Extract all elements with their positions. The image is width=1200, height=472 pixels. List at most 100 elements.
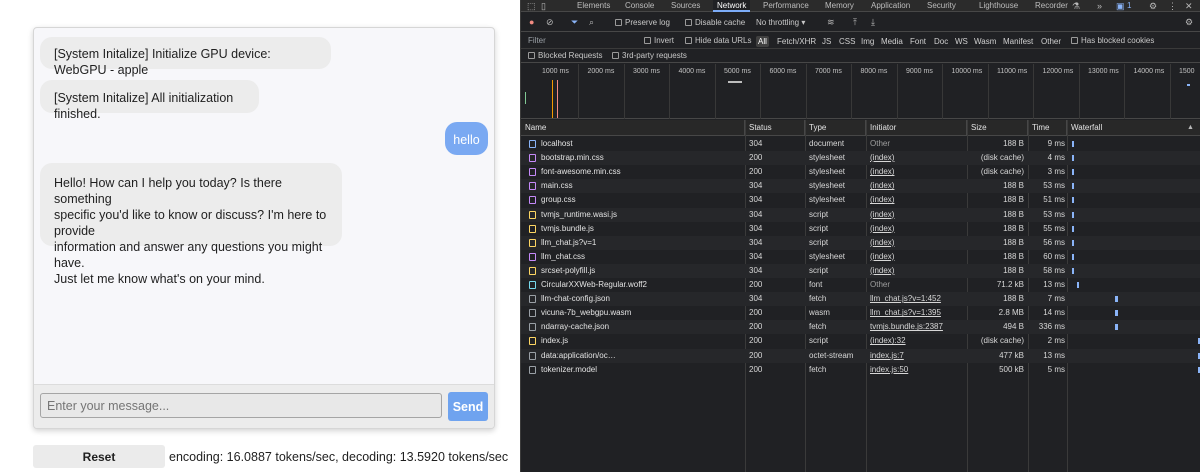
request-initiator[interactable]: tvmjs.bundle.js:2387 xyxy=(870,320,968,334)
request-name[interactable]: vicuna-7b_webgpu.wasm xyxy=(541,306,745,320)
request-initiator[interactable]: (index) xyxy=(870,250,968,264)
request-name[interactable]: index.js xyxy=(541,334,745,348)
filter-font[interactable]: Font xyxy=(908,36,928,47)
tab-sources[interactable]: Sources xyxy=(671,0,700,12)
tab-performance[interactable]: Performance xyxy=(763,0,809,12)
filter-ws[interactable]: WS xyxy=(953,36,970,47)
filter-js[interactable]: JS xyxy=(820,36,833,47)
hide-data-urls-checkbox[interactable]: Hide data URLs xyxy=(685,33,751,49)
network-settings-icon[interactable]: ⚙ xyxy=(1185,16,1193,28)
network-conditions-icon[interactable]: ≋ xyxy=(827,16,835,28)
request-name[interactable]: group.css xyxy=(541,193,745,207)
column-name[interactable]: Name xyxy=(521,120,745,136)
settings-icon[interactable]: ⚙ xyxy=(1149,0,1157,12)
tab-recorder[interactable]: Recorder xyxy=(1035,0,1068,12)
request-initiator[interactable]: (index) xyxy=(870,193,968,207)
search-icon[interactable]: ⌕ xyxy=(589,16,594,28)
tab-network[interactable]: Network xyxy=(713,0,751,12)
request-name[interactable]: data:application/oc… xyxy=(541,349,745,363)
request-initiator[interactable]: index.js:7 xyxy=(870,349,968,363)
filter-icon[interactable]: ⏷ xyxy=(571,16,578,28)
request-name[interactable]: localhost xyxy=(541,137,745,151)
request-row[interactable]: index.js 200 script (index):32 (disk cache) 2… xyxy=(521,334,1200,348)
request-initiator[interactable]: (index) xyxy=(870,222,968,236)
request-row[interactable]: llm_chat.css 304 stylesheet (index) 188 B 60 … xyxy=(521,250,1200,264)
request-initiator[interactable]: (index) xyxy=(870,151,968,165)
tab-application[interactable]: Application xyxy=(871,0,910,12)
record-icon[interactable]: ● xyxy=(529,16,534,28)
issues-icon[interactable]: ▣ xyxy=(1116,0,1125,12)
request-row[interactable]: llm_chat.js?v=1 304 script (index) 188 B 56 m… xyxy=(521,235,1200,250)
sort-up-icon[interactable]: ▲ xyxy=(1187,122,1194,134)
request-name[interactable]: tvmjs.bundle.js xyxy=(541,222,745,236)
column-type[interactable]: Type xyxy=(805,120,866,136)
request-row[interactable]: tvmjs_runtime.wasi.js 304 script (index) 188… xyxy=(521,207,1200,222)
filter-wasm[interactable]: Wasm xyxy=(972,36,998,47)
request-initiator[interactable]: (index) xyxy=(870,264,968,278)
filter-img[interactable]: Img xyxy=(859,36,876,47)
column-status[interactable]: Status xyxy=(745,120,805,136)
invert-checkbox[interactable]: Invert xyxy=(644,33,674,49)
request-row[interactable]: font-awesome.min.css 200 stylesheet (index)… xyxy=(521,165,1200,179)
clear-icon[interactable]: ⊘ xyxy=(546,16,554,28)
throttling-select[interactable]: No throttling ▾ xyxy=(756,13,805,32)
filter-css[interactable]: CSS xyxy=(837,36,857,47)
blocked-requests-checkbox[interactable]: Blocked Requests xyxy=(528,49,602,63)
request-row[interactable]: CircularXXWeb-Regular.woff2 200 font Other 7… xyxy=(521,278,1200,292)
request-name[interactable]: main.css xyxy=(541,179,745,193)
request-row[interactable]: bootstrap.min.css 200 stylesheet (index) (di… xyxy=(521,151,1200,166)
request-row[interactable]: llm-chat-config.json 304 fetch llm_chat.js?… xyxy=(521,292,1200,307)
filter-fetch-xhr[interactable]: Fetch/XHR xyxy=(775,36,818,47)
request-name[interactable]: srcset-polyfill.js xyxy=(541,264,745,278)
request-initiator[interactable]: llm_chat.js?v=1:395 xyxy=(870,306,968,320)
request-row[interactable]: tokenizer.model 200 fetch index.js:50 500 kB… xyxy=(521,363,1200,377)
request-row[interactable]: vicuna-7b_webgpu.wasm 200 wasm llm_chat.js?… xyxy=(521,306,1200,320)
request-name[interactable]: tvmjs_runtime.wasi.js xyxy=(541,208,745,222)
column-waterfall[interactable]: Waterfall xyxy=(1067,120,1200,136)
tab-elements[interactable]: Elements xyxy=(577,0,610,12)
more-tabs-icon[interactable]: » xyxy=(1097,0,1102,12)
request-name[interactable]: CircularXXWeb-Regular.woff2 xyxy=(541,278,745,292)
request-name[interactable]: tokenizer.model xyxy=(541,363,745,377)
export-har-icon[interactable]: ⤓ xyxy=(871,16,875,28)
filter-input[interactable]: Filter xyxy=(528,33,546,49)
inspect-element-icon[interactable]: ⬚ xyxy=(527,0,536,12)
request-row[interactable]: ndarray-cache.json 200 fetch tvmjs.bundle.j… xyxy=(521,320,1200,335)
has-blocked-cookies-checkbox[interactable]: Has blocked cookies xyxy=(1071,33,1154,49)
tab-console[interactable]: Console xyxy=(625,0,654,12)
request-name[interactable]: llm-chat-config.json xyxy=(541,292,745,306)
tab-security[interactable]: Security xyxy=(927,0,956,12)
third-party-requests-checkbox[interactable]: 3rd-party requests xyxy=(612,49,687,63)
tab-lighthouse[interactable]: Lighthouse xyxy=(979,0,1018,12)
request-initiator[interactable]: (index) xyxy=(870,208,968,222)
request-row[interactable]: main.css 304 stylesheet (index) 188 B 53 ms xyxy=(521,179,1200,194)
timeline-overview[interactable]: 1000 ms 2000 ms 3000 ms 4000 ms 5000 ms 6000 … xyxy=(521,64,1200,119)
filter-manifest[interactable]: Manifest xyxy=(1001,36,1035,47)
filter-other[interactable]: Other xyxy=(1039,36,1063,47)
request-name[interactable]: ndarray-cache.json xyxy=(541,320,745,334)
request-name[interactable]: font-awesome.min.css xyxy=(541,165,745,179)
request-name[interactable]: llm_chat.css xyxy=(541,250,745,264)
tab-memory[interactable]: Memory xyxy=(825,0,854,12)
request-name[interactable]: llm_chat.js?v=1 xyxy=(541,236,745,250)
request-initiator[interactable]: (index):32 xyxy=(870,334,968,348)
more-options-icon[interactable]: ⋮ xyxy=(1168,0,1177,12)
request-initiator[interactable]: (index) xyxy=(870,179,968,193)
reset-button[interactable]: Reset xyxy=(33,445,165,468)
disable-cache-checkbox[interactable]: Disable cache xyxy=(685,13,745,32)
send-button[interactable]: Send xyxy=(448,392,488,421)
request-initiator[interactable]: index.js:50 xyxy=(870,363,968,377)
request-name[interactable]: bootstrap.min.css xyxy=(541,151,745,165)
request-initiator[interactable]: llm_chat.js?v=1:452 xyxy=(870,292,968,306)
import-har-icon[interactable]: ⤒ xyxy=(853,16,857,28)
message-input[interactable] xyxy=(40,393,442,418)
request-row[interactable]: srcset-polyfill.js 304 script (index) 188 B 5… xyxy=(521,263,1200,278)
request-initiator[interactable]: (index) xyxy=(870,236,968,250)
filter-media[interactable]: Media xyxy=(879,36,905,47)
request-row[interactable]: localhost 304 document Other 188 B 9 ms xyxy=(521,137,1200,151)
column-initiator[interactable]: Initiator xyxy=(866,120,967,136)
request-row[interactable]: group.css 304 stylesheet (index) 188 B 51 ms xyxy=(521,193,1200,207)
device-toolbar-icon[interactable]: ▯ xyxy=(541,0,546,12)
request-initiator[interactable]: (index) xyxy=(870,165,968,179)
request-row[interactable]: data:application/oc… 200 octet-stream index… xyxy=(521,348,1200,363)
